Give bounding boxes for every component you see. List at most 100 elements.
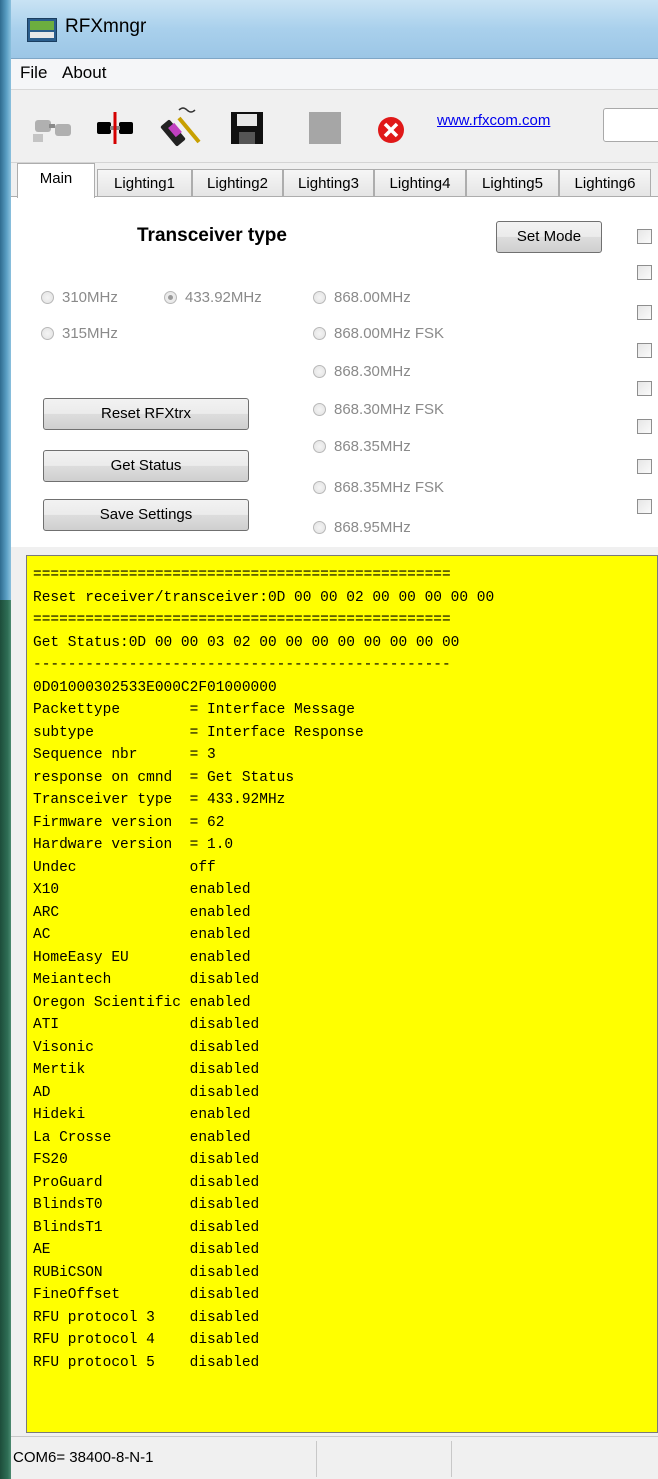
tab-lighting5[interactable]: Lighting5 [466, 169, 559, 197]
title-bar[interactable]: RFXmngr [11, 0, 658, 59]
stop-icon[interactable] [303, 106, 347, 150]
log-line: Firmware version = 62 [33, 814, 225, 831]
log-line: ----------------------------------------… [33, 657, 451, 673]
protocol-checkbox[interactable] [637, 305, 652, 320]
window-frame-left-lower [0, 600, 11, 1479]
radio-dot [313, 521, 326, 534]
protocol-checkbox[interactable] [637, 419, 652, 434]
tab-lighting4[interactable]: Lighting4 [374, 169, 466, 197]
protocol-checkbox[interactable] [637, 499, 652, 514]
log-line: Sequence nbr = 3 [33, 747, 216, 763]
radio-dot [313, 327, 326, 340]
radio-label: 868.35MHz [334, 438, 411, 455]
log-line: ARC enabled [33, 904, 251, 921]
rfxcom-link[interactable]: www.rfxcom.com [437, 112, 550, 129]
radio-310mhz[interactable]: 310MHz [41, 289, 118, 306]
radio-868-00-fsk[interactable]: 868.00MHz FSK [313, 325, 444, 342]
save-icon[interactable] [225, 106, 269, 150]
close-icon[interactable] [369, 106, 413, 150]
radio-dot [313, 403, 326, 416]
protocol-checkbox[interactable] [637, 229, 652, 244]
tab-lighting3[interactable]: Lighting3 [283, 169, 374, 197]
radio-310mhz-label: 310MHz [62, 289, 118, 306]
log-line: AD disabled [33, 1084, 260, 1101]
get-status-button[interactable]: Get Status [43, 450, 249, 482]
log-line: FineOffset disabled [33, 1287, 260, 1303]
tab-main[interactable]: Main [17, 163, 95, 198]
radio-dot [41, 291, 54, 304]
radio-315mhz[interactable]: 315MHz [41, 325, 118, 342]
toolbar: www.rfxcom.com [11, 90, 658, 163]
main-panel: Transceiver type Set Mode 310MHz 433.92M… [11, 196, 658, 547]
radio-868-95[interactable]: 868.95MHz [313, 519, 411, 536]
toolbar-input[interactable] [603, 108, 658, 142]
radio-433mhz[interactable]: 433.92MHz [164, 289, 262, 306]
log-line: AC enabled [33, 927, 251, 943]
radio-label: 868.35MHz FSK [334, 479, 445, 496]
radio-label: 868.95MHz [334, 519, 411, 536]
transmit-icon[interactable] [159, 106, 203, 150]
menu-about[interactable]: About [62, 63, 106, 83]
message-log[interactable]: ========================================… [26, 555, 658, 1433]
log-line: Transceiver type = 433.92MHz [33, 792, 286, 808]
log-line: ATI disabled [33, 1017, 260, 1033]
radio-dot [41, 327, 54, 340]
radio-433mhz-label: 433.92MHz [185, 289, 262, 306]
radio-dot [313, 291, 326, 304]
radio-dot-selected [164, 291, 177, 304]
log-lines: ========================================… [33, 564, 494, 1374]
log-line: 0D01000302533E000C2F01000000 [33, 679, 277, 696]
log-line: Get Status:0D 00 00 03 02 00 00 00 00 00… [33, 634, 460, 651]
radio-dot [313, 440, 326, 453]
log-line: Mertik disabled [33, 1062, 260, 1078]
radio-868-00[interactable]: 868.00MHz [313, 289, 411, 306]
tab-strip: Main Lighting1 Lighting2 Lighting3 Light… [11, 163, 658, 198]
log-line: ========================================… [33, 567, 451, 583]
disconnect-icon[interactable] [31, 106, 75, 150]
radio-label: 868.00MHz FSK [334, 325, 445, 342]
connect-icon[interactable] [93, 106, 137, 150]
log-line: Packettype = Interface Message [33, 702, 355, 718]
log-line: Oregon Scientific enabled [33, 994, 251, 1011]
log-line: BlindsT0 disabled [33, 1197, 260, 1213]
protocol-checkbox[interactable] [637, 265, 652, 280]
protocol-checkbox[interactable] [637, 381, 652, 396]
radio-label: 868.00MHz [334, 289, 411, 306]
menu-bar: File About [11, 59, 658, 90]
log-line: AE disabled [33, 1242, 260, 1258]
set-mode-button[interactable]: Set Mode [496, 221, 602, 253]
radio-868-30-fsk[interactable]: 868.30MHz FSK [313, 401, 444, 418]
com-port-status: COM6= 38400-8-N-1 [13, 1449, 154, 1466]
log-line: Undec off [33, 859, 216, 876]
tab-lighting6[interactable]: Lighting6 [559, 169, 651, 197]
log-line: subtype = Interface Response [33, 724, 364, 741]
tab-lighting1[interactable]: Lighting1 [97, 169, 192, 197]
reset-rfxtrx-button[interactable]: Reset RFXtrx [43, 398, 249, 430]
radio-868-35-fsk[interactable]: 868.35MHz FSK [313, 479, 444, 496]
save-settings-button[interactable]: Save Settings [43, 499, 249, 531]
log-line: response on cmnd = Get Status [33, 769, 295, 786]
radio-dot [313, 481, 326, 494]
log-line: ========================================… [33, 612, 451, 628]
log-line: X10 enabled [33, 882, 251, 898]
log-line: HomeEasy EU enabled [33, 949, 251, 966]
log-line: RFU protocol 5 disabled [33, 1354, 260, 1371]
log-line: Visonic disabled [33, 1039, 260, 1056]
radio-label: 868.30MHz FSK [334, 401, 445, 418]
window-title: RFXmngr [65, 16, 147, 37]
radio-868-35[interactable]: 868.35MHz [313, 438, 411, 455]
protocol-checkbox[interactable] [637, 343, 652, 358]
log-line: ProGuard disabled [33, 1174, 260, 1191]
radio-label: 868.30MHz [334, 363, 411, 380]
log-line: RUBiCSON disabled [33, 1264, 260, 1281]
tab-lighting2[interactable]: Lighting2 [192, 169, 283, 197]
radio-315mhz-label: 315MHz [62, 325, 118, 342]
radio-868-30[interactable]: 868.30MHz [313, 363, 411, 380]
log-line: Hideki enabled [33, 1107, 251, 1123]
menu-file[interactable]: File [20, 63, 47, 83]
log-line: Reset receiver/transceiver:0D 00 00 02 0… [33, 589, 495, 606]
status-bar: COM6= 38400-8-N-1 [11, 1436, 658, 1479]
app-window: RFXmngr File About www.rfxcom.com Main L… [0, 0, 658, 1479]
log-line: La Crosse enabled [33, 1129, 251, 1146]
protocol-checkbox[interactable] [637, 459, 652, 474]
